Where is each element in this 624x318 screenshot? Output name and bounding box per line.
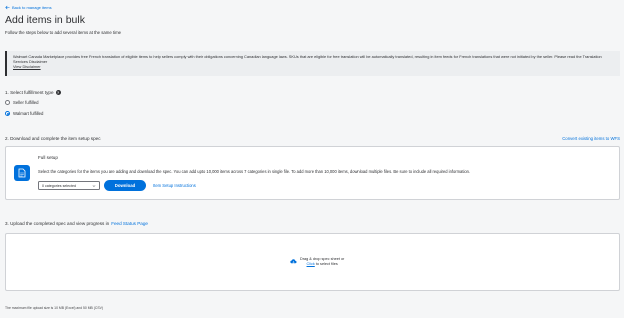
- file-dropzone[interactable]: Drag & drop spec sheet or Click to selec…: [5, 233, 620, 291]
- card-description: Select the categories for the items you …: [38, 169, 471, 174]
- chevron-down-icon: [92, 184, 96, 187]
- radio-button[interactable]: [5, 100, 10, 105]
- step3-heading: 3. Upload the completed spec and view pr…: [5, 221, 148, 226]
- step1-label: 1. Select fulfillment type: [5, 90, 54, 95]
- upload-size-footnote: The maximum file upload size is 10 MB (E…: [5, 306, 103, 310]
- dropzone-content: Drag & drop spec sheet or Click to selec…: [290, 257, 344, 267]
- step2-heading: 2. Download and complete the item setup …: [5, 136, 101, 141]
- radio-label: Seller fulfilled: [13, 100, 39, 105]
- dropzone-line2: Click to select files: [300, 262, 344, 267]
- feed-status-page-link[interactable]: Feed Status Page: [111, 221, 148, 226]
- radio-button-checked[interactable]: [5, 111, 10, 116]
- radio-label: Walmart fulfilled: [13, 111, 44, 116]
- click-to-select-link[interactable]: Click: [307, 262, 315, 266]
- notice-text: Walmart Canada Marketplace provides free…: [13, 54, 602, 64]
- item-setup-instructions-link[interactable]: Item Setup Instructions: [153, 183, 196, 188]
- page-title: Add items in bulk: [5, 14, 85, 26]
- step1-heading: 1. Select fulfillment type ?: [5, 90, 61, 95]
- back-link-label: Back to manage items: [12, 5, 52, 10]
- spreadsheet-file-icon: [14, 165, 30, 181]
- download-button[interactable]: Download: [104, 180, 146, 191]
- back-to-manage-items-link[interactable]: Back to manage items: [5, 5, 52, 10]
- convert-to-wfs-link[interactable]: Convert existing items to WFS: [562, 136, 620, 141]
- category-select[interactable]: 0 categories selected: [38, 181, 100, 190]
- radio-seller-fulfilled[interactable]: Seller fulfilled: [5, 100, 39, 105]
- view-disclaimer-link[interactable]: View Disclaimer: [13, 64, 614, 69]
- translation-notice: Walmart Canada Marketplace provides free…: [5, 51, 620, 76]
- arrow-left-icon: [5, 5, 10, 10]
- cloud-upload-icon: [290, 259, 297, 264]
- category-select-value: 0 categories selected: [42, 183, 76, 188]
- step3-label: 3. Upload the completed spec and view pr…: [5, 221, 110, 226]
- card-title: Full setup: [38, 155, 58, 160]
- dropzone-text: Drag & drop spec sheet or Click to selec…: [300, 257, 344, 267]
- radio-walmart-fulfilled[interactable]: Walmart fulfilled: [5, 111, 43, 116]
- info-icon[interactable]: ?: [55, 90, 61, 95]
- dropzone-line2-suffix: to select files: [314, 262, 338, 266]
- page-subtitle: Follow the steps below to add several it…: [5, 30, 122, 35]
- full-setup-card: Full setup Select the categories for the…: [5, 146, 620, 200]
